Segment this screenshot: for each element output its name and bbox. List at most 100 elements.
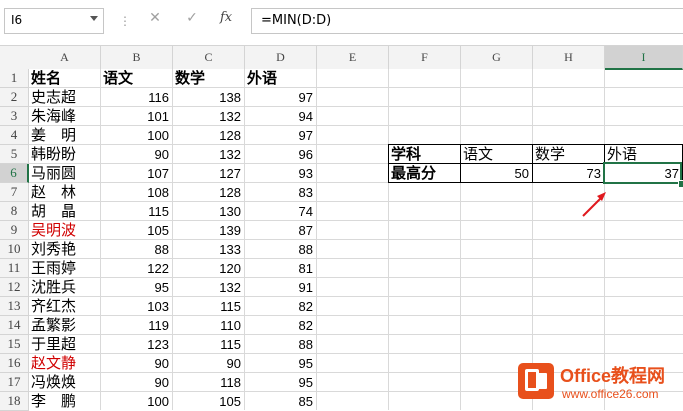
drag-handle-icon[interactable]: ⋮	[119, 14, 132, 28]
score-cell[interactable]: 83	[247, 183, 313, 202]
column-header-a[interactable]: A	[29, 46, 101, 69]
column-header-g[interactable]: G	[461, 46, 533, 69]
score-cell[interactable]: 115	[103, 202, 169, 221]
score-cell[interactable]: 132	[175, 278, 241, 297]
column-header-d[interactable]: D	[245, 46, 317, 69]
score-cell[interactable]: 95	[247, 354, 313, 373]
student-name-cell[interactable]: 姜 明	[31, 126, 97, 145]
score-cell[interactable]: 82	[247, 316, 313, 335]
score-cell[interactable]: 97	[247, 126, 313, 145]
student-name-cell[interactable]: 马丽圆	[31, 164, 97, 183]
score-cell[interactable]: 110	[175, 316, 241, 335]
column-header-h[interactable]: H	[533, 46, 605, 69]
row-header-1[interactable]: 1	[0, 69, 29, 88]
score-cell[interactable]: 116	[103, 88, 169, 107]
student-name-cell[interactable]: 韩盼盼	[31, 145, 97, 164]
score-cell[interactable]: 74	[247, 202, 313, 221]
student-name-cell[interactable]: 李 鹏	[31, 392, 97, 410]
check-icon[interactable]: ✓	[182, 10, 202, 26]
column-header-c[interactable]: C	[173, 46, 245, 69]
score-cell[interactable]: 133	[175, 240, 241, 259]
score-cell[interactable]: 128	[175, 183, 241, 202]
column-header-b[interactable]: B	[101, 46, 173, 69]
score-cell[interactable]: 139	[175, 221, 241, 240]
column-header-f[interactable]: F	[389, 46, 461, 69]
student-name-cell[interactable]: 胡 晶	[31, 202, 97, 221]
score-cell[interactable]: 132	[175, 145, 241, 164]
header-cell-name[interactable]: 姓名	[31, 69, 97, 88]
student-name-cell[interactable]: 吴明波	[31, 221, 97, 240]
score-cell[interactable]: 120	[175, 259, 241, 278]
score-cell[interactable]: 88	[247, 240, 313, 259]
fill-handle[interactable]	[678, 180, 683, 188]
score-cell[interactable]: 103	[103, 297, 169, 316]
worksheet-grid[interactable]: 姓名 语文 数学 外语史志超 116 138 97 朱海峰 101 132 94 姜 明 100 128 9…	[29, 69, 683, 410]
score-cell[interactable]: 100	[103, 392, 169, 410]
score-cell[interactable]: 88	[103, 240, 169, 259]
score-cell[interactable]: 97	[247, 88, 313, 107]
student-name-cell[interactable]: 沈胜兵	[31, 278, 97, 297]
score-cell[interactable]: 128	[175, 126, 241, 145]
row-header-9[interactable]: 9	[0, 221, 29, 240]
name-box[interactable]: I6	[4, 8, 104, 34]
row-header-5[interactable]: 5	[0, 145, 29, 164]
student-name-cell[interactable]: 孟繁影	[31, 316, 97, 335]
score-cell[interactable]: 118	[175, 373, 241, 392]
score-cell[interactable]: 123	[103, 335, 169, 354]
student-name-cell[interactable]: 冯焕焕	[31, 373, 97, 392]
row-header-7[interactable]: 7	[0, 183, 29, 202]
header-cell-chinese[interactable]: 语文	[103, 69, 169, 88]
score-cell[interactable]: 90	[175, 354, 241, 373]
formula-input[interactable]: =MIN(D:D)	[251, 8, 683, 34]
column-header-e[interactable]: E	[317, 46, 389, 69]
score-cell[interactable]: 101	[103, 107, 169, 126]
score-cell[interactable]: 90	[103, 354, 169, 373]
score-cell[interactable]: 90	[103, 373, 169, 392]
row-header-6[interactable]: 6	[0, 164, 29, 183]
score-cell[interactable]: 115	[175, 335, 241, 354]
score-cell[interactable]: 105	[103, 221, 169, 240]
score-cell[interactable]: 81	[247, 259, 313, 278]
score-cell[interactable]: 82	[247, 297, 313, 316]
score-cell[interactable]: 93	[247, 164, 313, 183]
row-header-17[interactable]: 17	[0, 373, 29, 392]
cancel-icon[interactable]: ✕	[145, 10, 165, 26]
row-header-18[interactable]: 18	[0, 392, 29, 411]
row-header-14[interactable]: 14	[0, 316, 29, 335]
student-name-cell[interactable]: 赵文静	[31, 354, 97, 373]
row-header-8[interactable]: 8	[0, 202, 29, 221]
insert-function-icon[interactable]: fx	[220, 10, 232, 25]
score-cell[interactable]: 88	[247, 335, 313, 354]
row-header-13[interactable]: 13	[0, 297, 29, 316]
score-cell[interactable]: 138	[175, 88, 241, 107]
score-cell[interactable]: 87	[247, 221, 313, 240]
row-header-15[interactable]: 15	[0, 335, 29, 354]
student-name-cell[interactable]: 朱海峰	[31, 107, 97, 126]
row-header-3[interactable]: 3	[0, 107, 29, 126]
row-header-2[interactable]: 2	[0, 88, 29, 107]
row-header-11[interactable]: 11	[0, 259, 29, 278]
score-cell[interactable]: 115	[175, 297, 241, 316]
student-name-cell[interactable]: 齐红杰	[31, 297, 97, 316]
score-cell[interactable]: 100	[103, 126, 169, 145]
score-cell[interactable]: 119	[103, 316, 169, 335]
header-cell-foreign[interactable]: 外语	[247, 69, 313, 88]
student-name-cell[interactable]: 刘秀艳	[31, 240, 97, 259]
student-name-cell[interactable]: 于里超	[31, 335, 97, 354]
score-cell[interactable]: 122	[103, 259, 169, 278]
score-cell[interactable]: 90	[103, 145, 169, 164]
score-cell[interactable]: 85	[247, 392, 313, 410]
score-cell[interactable]: 105	[175, 392, 241, 410]
chevron-down-icon[interactable]	[90, 16, 98, 21]
score-cell[interactable]: 95	[247, 373, 313, 392]
student-name-cell[interactable]: 王雨婷	[31, 259, 97, 278]
score-cell[interactable]: 91	[247, 278, 313, 297]
score-cell[interactable]: 96	[247, 145, 313, 164]
score-cell[interactable]: 127	[175, 164, 241, 183]
score-cell[interactable]: 108	[103, 183, 169, 202]
header-cell-math[interactable]: 数学	[175, 69, 241, 88]
student-name-cell[interactable]: 史志超	[31, 88, 97, 107]
score-cell[interactable]: 94	[247, 107, 313, 126]
score-cell[interactable]: 107	[103, 164, 169, 183]
row-header-10[interactable]: 10	[0, 240, 29, 259]
